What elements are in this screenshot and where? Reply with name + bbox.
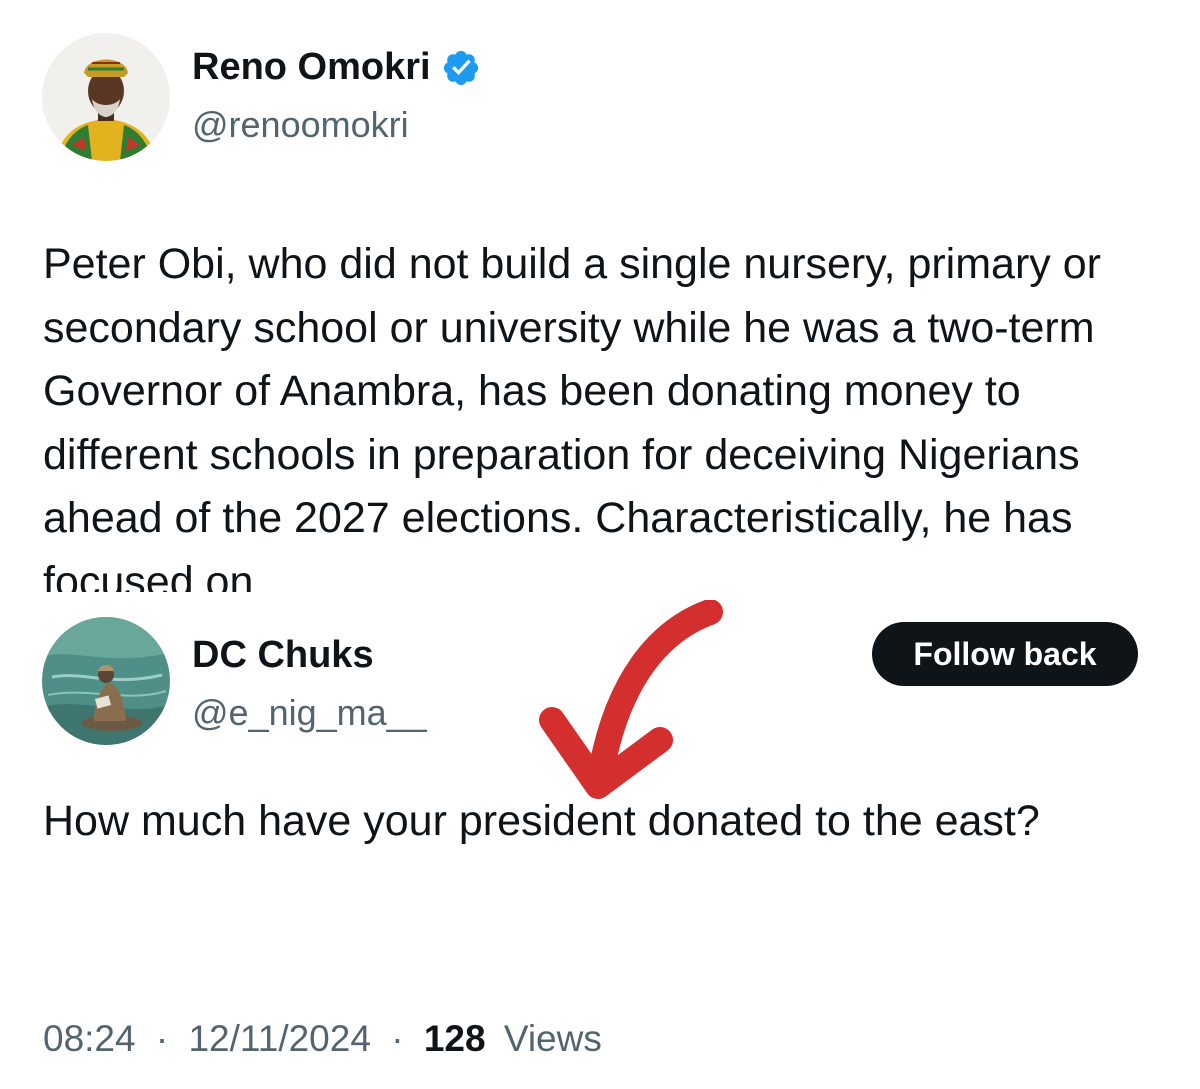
meta-separator: ·: [155, 1018, 169, 1059]
original-tweet-card: Reno Omokri @renoomokri Peter Obi, who d…: [0, 0, 1200, 592]
verified-badge-icon: [443, 50, 478, 85]
original-author-name[interactable]: Reno Omokri: [192, 46, 431, 89]
tweet-date[interactable]: 12/11/2024: [188, 1018, 370, 1059]
views-count[interactable]: 128: [424, 1018, 486, 1059]
original-author-row: Reno Omokri: [192, 46, 481, 89]
views-label[interactable]: Views: [504, 1018, 602, 1059]
follow-back-button[interactable]: Follow back: [872, 622, 1138, 686]
reply-tweet-text: How much have your president donated to …: [43, 797, 1040, 845]
reply-author-row: DC Chuks: [192, 634, 374, 677]
reno-omokri-avatar[interactable]: [42, 33, 170, 161]
tweet-metadata: 08:24 · 12/11/2024 · 128 Views: [43, 1018, 602, 1060]
original-author-handle[interactable]: @renoomokri: [192, 104, 409, 146]
reply-author-handle[interactable]: @e_nig_ma__: [192, 692, 427, 734]
tweet-time[interactable]: 08:24: [43, 1018, 136, 1059]
dc-chuks-avatar[interactable]: [42, 617, 170, 745]
original-tweet-text: Peter Obi, who did not build a single nu…: [43, 240, 1113, 592]
meta-separator: ·: [391, 1018, 404, 1059]
reply-author-name[interactable]: DC Chuks: [192, 634, 374, 677]
